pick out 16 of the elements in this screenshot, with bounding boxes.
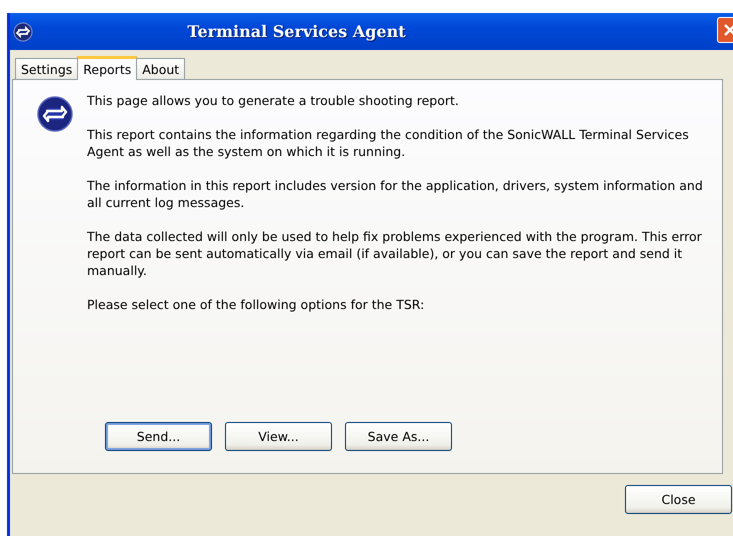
paragraph: The information in this report includes version for the application, drivers, system information and all current log messages. xyxy=(87,177,704,211)
tab[interactable]: Settings xyxy=(15,58,78,79)
paragraph: Please select one of the following options for the TSR: xyxy=(87,296,426,313)
action-button[interactable]: Send... xyxy=(105,422,212,451)
sync-icon xyxy=(37,96,73,132)
paragraph: This page allows you to generate a trouble shooting report. xyxy=(87,92,460,109)
close-icon xyxy=(723,23,733,37)
close-button[interactable]: Close xyxy=(625,485,732,514)
window-title: Terminal Services Agent xyxy=(186,22,407,41)
action-button[interactable]: Save As... xyxy=(345,422,452,451)
tab[interactable]: Reports xyxy=(77,56,138,80)
paragraph: This report contains the information regarding the condition of the SonicWALL Terminal Services Agent as well as the system on which it is running. xyxy=(87,126,690,160)
action-button[interactable]: View... xyxy=(225,422,332,451)
tab[interactable]: About xyxy=(136,58,186,79)
sync-icon xyxy=(13,22,33,42)
paragraph: The data collected will only be used to help fix problems experienced with the program. This error report can be sent automatically via email (if available), or you can save the report and send it manually. xyxy=(87,228,703,279)
